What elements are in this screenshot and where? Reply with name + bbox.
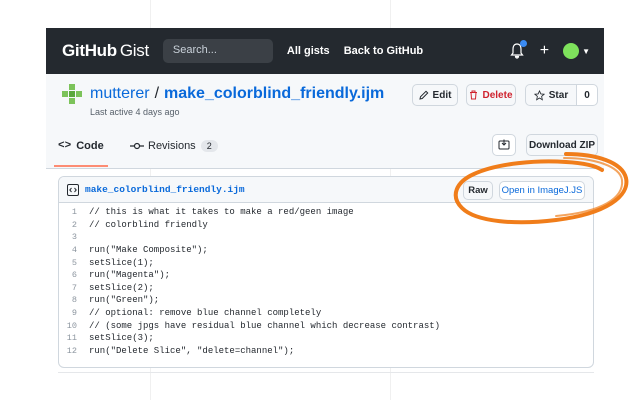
title-separator: / bbox=[154, 85, 160, 102]
line-content: run("Make Composite"); bbox=[89, 245, 208, 256]
star-icon bbox=[533, 89, 545, 101]
user-avatar[interactable] bbox=[563, 43, 580, 59]
nav-all-gists[interactable]: All gists bbox=[287, 45, 330, 57]
caret-down-icon[interactable]: ▼ bbox=[582, 47, 590, 56]
gist-title: mutterer / make_colorblind_friendly.ijm bbox=[62, 84, 384, 104]
bottom-divider bbox=[58, 372, 594, 373]
code-line: 9// optional: remove blue channel comple… bbox=[59, 307, 593, 320]
line-number[interactable]: 10 bbox=[59, 321, 89, 331]
star-button[interactable]: Star bbox=[525, 84, 577, 106]
tab-revisions-label: Revisions bbox=[148, 140, 196, 152]
site-header: GitHub Gist Search... All gists Back to G… bbox=[46, 28, 604, 74]
line-number[interactable]: 12 bbox=[59, 346, 89, 356]
edit-button[interactable]: Edit bbox=[412, 84, 458, 106]
logo-gist: Gist bbox=[119, 41, 149, 60]
line-number[interactable]: 11 bbox=[59, 333, 89, 343]
plus-icon[interactable]: + bbox=[540, 43, 549, 59]
line-content: run("Magenta"); bbox=[89, 270, 171, 281]
delete-button[interactable]: Delete bbox=[466, 84, 516, 106]
logo-github: GitHub bbox=[62, 41, 117, 60]
line-number[interactable]: 1 bbox=[59, 207, 89, 217]
line-content: setSlice(1); bbox=[89, 257, 154, 268]
line-number[interactable]: 8 bbox=[59, 295, 89, 305]
line-number[interactable]: 3 bbox=[59, 232, 89, 242]
code-line: 6 run("Magenta"); bbox=[59, 269, 593, 282]
code-line: 12 run("Delete Slice", "delete=channel"); bbox=[59, 345, 593, 358]
github-gist-logo[interactable]: GitHub Gist bbox=[62, 41, 149, 61]
star-count[interactable]: 0 bbox=[576, 84, 598, 106]
gist-owner-link[interactable]: mutterer bbox=[90, 85, 150, 103]
edit-label: Edit bbox=[432, 89, 452, 101]
line-content: // optional: remove blue channel complet… bbox=[89, 308, 322, 319]
line-content: // colorblind friendly bbox=[89, 219, 208, 230]
line-content: run("Green"); bbox=[89, 295, 160, 306]
gist-name-link[interactable]: make_colorblind_friendly.ijm bbox=[164, 85, 384, 103]
code-line: 11 setSlice(3); bbox=[59, 332, 593, 345]
line-content: // this is what it takes to make a red/g… bbox=[89, 207, 354, 218]
last-active-text: Last active 4 days ago bbox=[90, 107, 180, 117]
line-number[interactable]: 5 bbox=[59, 258, 89, 268]
line-content: setSlice(2); bbox=[89, 282, 154, 293]
line-number[interactable]: 7 bbox=[59, 283, 89, 293]
line-number[interactable]: 6 bbox=[59, 270, 89, 280]
line-content: setSlice(3); bbox=[89, 333, 154, 344]
trash-icon bbox=[470, 90, 478, 100]
code-line: 8 run("Green"); bbox=[59, 294, 593, 307]
nav-back-to-github[interactable]: Back to GitHub bbox=[344, 45, 423, 57]
line-content: // (some jpgs have residual blue channel… bbox=[89, 320, 441, 331]
git-commit-icon bbox=[130, 142, 144, 150]
code-icon: <> bbox=[58, 140, 72, 152]
code-line: 5 setSlice(1); bbox=[59, 256, 593, 269]
line-number[interactable]: 9 bbox=[59, 308, 89, 318]
code-file-icon bbox=[67, 183, 79, 196]
file-name-link[interactable]: make_colorblind_friendly.ijm bbox=[85, 184, 245, 195]
delete-label: Delete bbox=[482, 89, 513, 101]
revisions-counter: 2 bbox=[200, 140, 218, 152]
notification-dot bbox=[519, 40, 527, 47]
search-input[interactable]: Search... bbox=[162, 39, 273, 63]
active-tab-indicator bbox=[54, 165, 108, 167]
line-number[interactable]: 2 bbox=[59, 220, 89, 230]
line-number[interactable]: 4 bbox=[59, 245, 89, 255]
pencil-icon bbox=[418, 90, 428, 100]
code-line: 10// (some jpgs have residual blue chann… bbox=[59, 319, 593, 332]
orange-annotation-circle bbox=[453, 152, 629, 225]
code-line: 7 setSlice(2); bbox=[59, 282, 593, 295]
star-label: Star bbox=[548, 89, 569, 101]
tab-code-label: Code bbox=[76, 140, 104, 152]
bell-icon[interactable] bbox=[510, 40, 527, 59]
tab-code[interactable]: <> Code bbox=[58, 136, 104, 156]
code-line: 4 run("Make Composite"); bbox=[59, 244, 593, 257]
line-content: run("Delete Slice", "delete=channel"); bbox=[89, 345, 295, 356]
owner-avatar-icon[interactable] bbox=[62, 84, 82, 104]
tab-revisions[interactable]: Revisions 2 bbox=[130, 136, 218, 156]
